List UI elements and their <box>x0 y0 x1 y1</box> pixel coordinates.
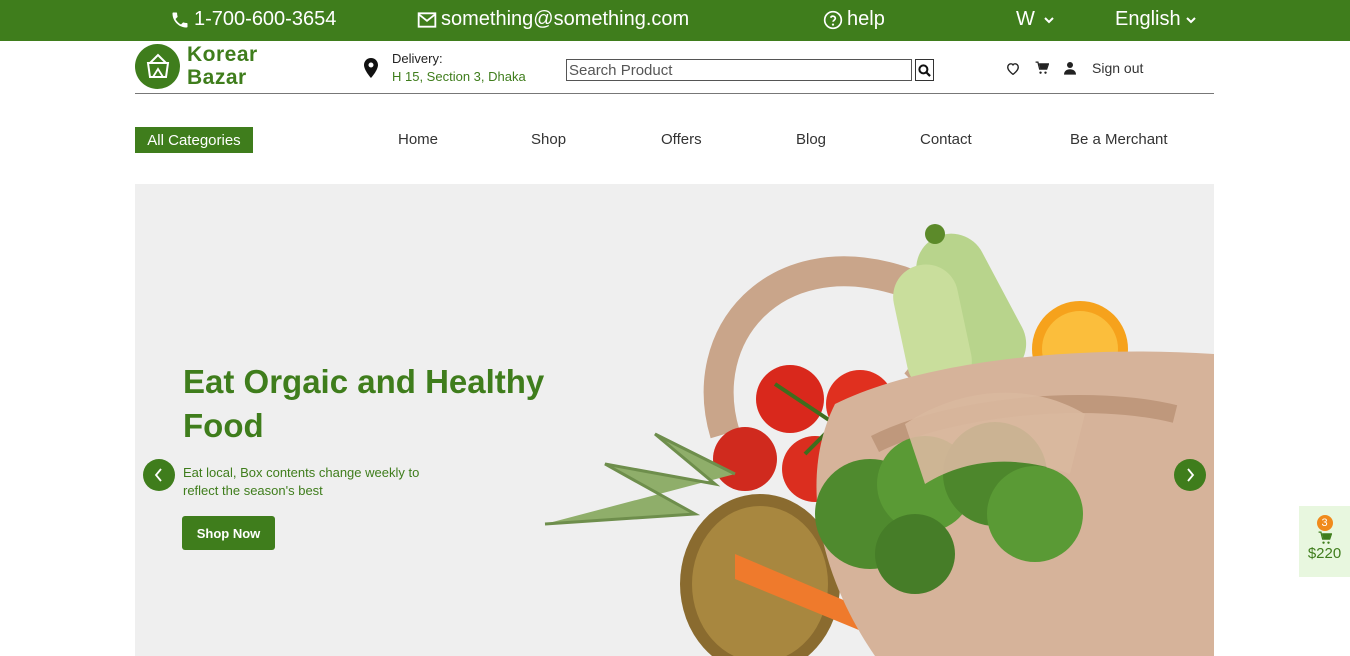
nav-blog[interactable]: Blog <box>796 131 826 148</box>
shopping-bag-logo-icon <box>135 43 180 89</box>
phone-icon <box>172 12 188 27</box>
nav-offers[interactable]: Offers <box>661 131 702 148</box>
chevron-down-icon <box>1185 16 1196 23</box>
user-initial: W <box>1016 8 1035 30</box>
help-label: help <box>847 8 885 30</box>
language-label: English <box>1115 8 1181 30</box>
search-input[interactable] <box>566 59 912 81</box>
language-selector[interactable]: English <box>1115 8 1197 31</box>
search-button[interactable] <box>915 59 934 81</box>
chevron-left-icon <box>154 468 162 482</box>
chevron-down-icon <box>1044 16 1054 23</box>
heart-icon[interactable] <box>1006 62 1020 75</box>
floating-cart[interactable]: 3 $220 <box>1299 506 1350 577</box>
nav-shop[interactable]: Shop <box>531 131 566 148</box>
phone-contact[interactable]: 1-700-600-3654 <box>170 8 336 31</box>
email-contact[interactable]: something@something.com <box>417 8 689 31</box>
cart-total: $220 <box>1307 545 1342 562</box>
cart-icon <box>1318 531 1332 544</box>
chevron-right-icon <box>1187 468 1195 482</box>
email-address: something@something.com <box>441 8 690 30</box>
hero-title: Eat Orgaic and Healthy Food <box>183 363 545 444</box>
delivery-address: H 15, Section 3, Dhaka <box>392 69 526 84</box>
envelope-icon <box>417 11 437 28</box>
hero-banner: Eat Orgaic and Healthy Food Eat local, B… <box>135 184 1214 656</box>
carousel-next-button[interactable] <box>1174 459 1206 491</box>
phone-number: 1-700-600-3654 <box>194 8 337 30</box>
user-menu[interactable]: W <box>1016 8 1055 31</box>
question-circle-icon <box>823 10 843 29</box>
help-link[interactable]: help <box>823 8 885 31</box>
delivery-location[interactable]: Delivery: H 15, Section 3, Dhaka <box>364 51 526 84</box>
carousel-prev-button[interactable] <box>143 459 175 491</box>
nav-home[interactable]: Home <box>398 131 438 148</box>
delivery-label: Delivery: <box>392 51 443 66</box>
all-categories-button[interactable]: All Categories <box>135 127 253 153</box>
nav-be-a-merchant[interactable]: Be a Merchant <box>1070 131 1168 148</box>
map-pin-icon <box>364 58 378 78</box>
top-bar: 1-700-600-3654 something@something.com h… <box>0 0 1350 41</box>
brand-name: Korear Bazar <box>187 43 258 89</box>
user-icon[interactable] <box>1064 61 1076 75</box>
hero-subtitle: Eat local, Box contents change weekly to… <box>183 465 420 498</box>
account-actions: Sign out <box>1006 60 1143 76</box>
header-divider <box>135 93 1214 94</box>
shop-now-button[interactable]: Shop Now <box>182 516 275 550</box>
sign-out-link[interactable]: Sign out <box>1092 60 1143 76</box>
brand-name-line1: Korear <box>187 43 258 66</box>
cart-count-badge: 3 <box>1316 515 1333 531</box>
brand-name-line2: Bazar <box>187 66 247 89</box>
nav-contact[interactable]: Contact <box>920 131 972 148</box>
brand-logo[interactable]: Korear Bazar <box>135 43 258 89</box>
cart-icon[interactable] <box>1035 61 1049 75</box>
search-icon <box>918 63 931 77</box>
